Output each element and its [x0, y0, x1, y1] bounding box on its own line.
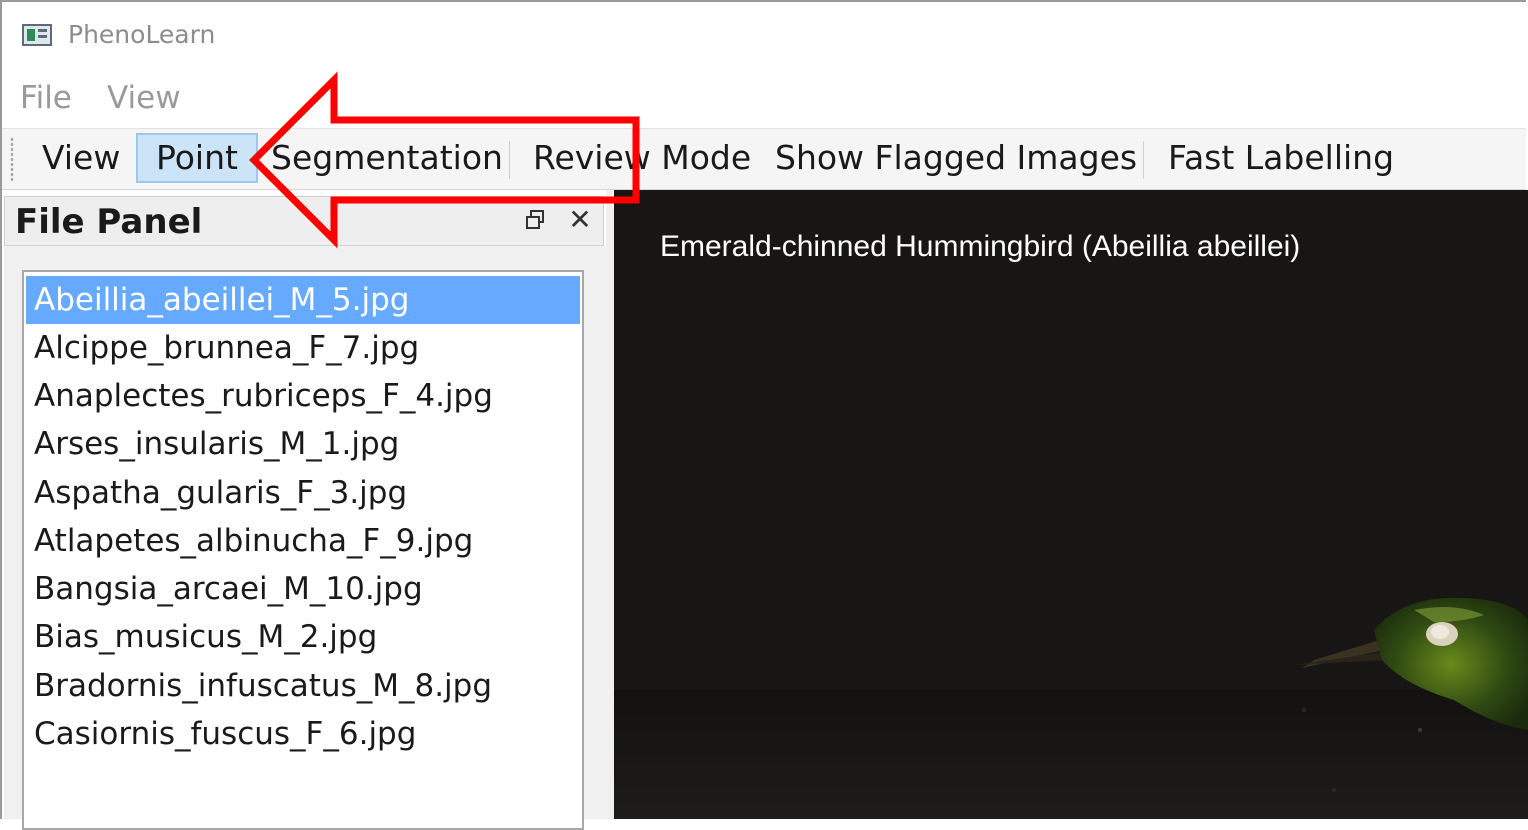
file-list[interactable]: Abeillia_abeillei_M_5.jpg Alcippe_brunne… — [22, 270, 584, 830]
list-item[interactable]: Bradornis_infuscatus_M_8.jpg — [26, 662, 580, 710]
show-flagged-images-button[interactable]: Show Flagged Images — [757, 133, 1155, 183]
menu-view[interactable]: View — [107, 80, 181, 116]
list-item[interactable]: Bias_musicus_M_2.jpg — [26, 613, 580, 661]
menu-bar: File View — [2, 74, 1526, 126]
restore-icon[interactable] — [524, 209, 546, 231]
close-icon[interactable]: ✕ — [565, 205, 595, 235]
list-item[interactable]: Bangsia_arcaei_M_10.jpg — [26, 565, 580, 613]
title-bar: PhenoLearn — [2, 2, 1526, 64]
point-mode-button[interactable]: Point — [136, 133, 258, 183]
bird-specimen-image — [1294, 597, 1528, 792]
mode-toolbar: View Point Segmentation Review Mode Show… — [2, 128, 1526, 190]
fast-labelling-button[interactable]: Fast Labelling — [1150, 133, 1412, 183]
window-title: PhenoLearn — [68, 20, 216, 49]
review-mode-button[interactable]: Review Mode — [515, 133, 769, 183]
view-mode-button[interactable]: View — [24, 133, 138, 183]
file-panel-title: File Panel — [15, 202, 203, 242]
list-item[interactable]: Anaplectes_rubriceps_F_4.jpg — [26, 372, 580, 420]
list-item[interactable]: Casiornis_fuscus_F_6.jpg — [26, 710, 580, 758]
toolbar-separator — [509, 141, 510, 179]
file-panel-header: File Panel ✕ — [4, 196, 604, 246]
panel-splitter[interactable] — [606, 190, 614, 819]
list-item[interactable]: Alcippe_brunnea_F_7.jpg — [26, 324, 580, 372]
list-item[interactable]: Aspatha_gularis_F_3.jpg — [26, 469, 580, 517]
list-item[interactable]: Abeillia_abeillei_M_5.jpg — [26, 276, 580, 324]
list-item[interactable]: Atlapetes_albinucha_F_9.jpg — [26, 517, 580, 565]
app-icon — [22, 24, 52, 46]
toolbar-separator — [1143, 141, 1144, 179]
toolbar-grip[interactable] — [10, 137, 14, 181]
menu-file[interactable]: File — [20, 80, 72, 116]
list-item[interactable]: Arses_insularis_M_1.jpg — [26, 420, 580, 468]
segmentation-mode-button[interactable]: Segmentation — [253, 133, 521, 183]
image-viewer[interactable]: Emerald-chinned Hummingbird (Abeillia ab… — [614, 190, 1528, 819]
